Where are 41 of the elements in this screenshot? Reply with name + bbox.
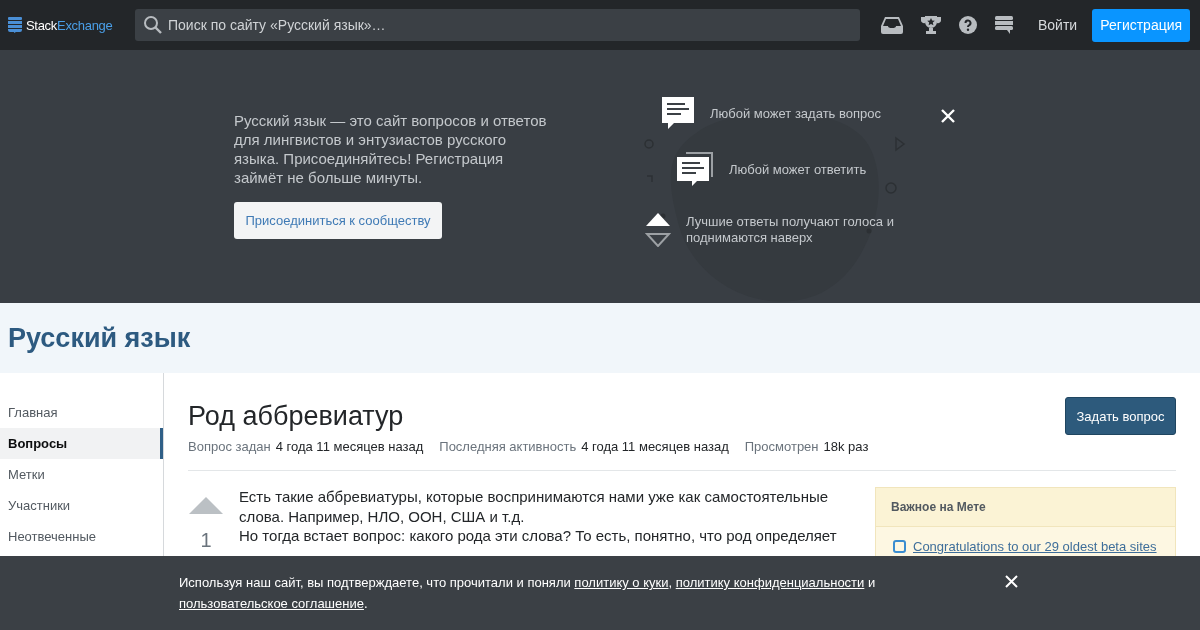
meta-label: Последняя активность <box>439 439 577 454</box>
ask-question-button[interactable]: Задать вопрос <box>1065 397 1176 435</box>
speech-bubble-icon <box>662 97 694 129</box>
meta-value: 4 года 11 месяцев назад <box>581 439 729 454</box>
question-title[interactable]: Род аббревиатур <box>188 401 404 432</box>
stack-icon <box>8 17 22 33</box>
checkbox-icon <box>893 540 906 553</box>
hero-text: Русский язык — это сайт вопросов и ответов для лингвистов и энтузиастов русского языка. Присоединяйтесь! Регистрация займёт не больше минуты. <box>234 111 548 187</box>
join-button[interactable]: Присоединиться к сообществу <box>234 202 442 239</box>
nav-item[interactable]: Вопросы <box>0 428 163 459</box>
policy-link[interactable]: пользовательское соглашение <box>179 596 364 611</box>
inbox-icon[interactable] <box>881 16 903 34</box>
meta-box-title: Важное на Мете <box>876 488 1175 527</box>
login-link[interactable]: Войти <box>1038 17 1078 33</box>
feature-text: Лучшие ответы получают голоса и поднимаются наверх <box>686 214 895 246</box>
nav-item[interactable]: Главная <box>0 397 163 428</box>
speech-bubbles-icon <box>677 152 713 186</box>
post-text: Но тогда встает вопрос: какого рода эти слова? То есть, понятно, что род определяет <box>239 526 838 546</box>
close-icon[interactable] <box>941 109 955 123</box>
close-icon[interactable] <box>1005 575 1018 588</box>
meta-value: 18k раз <box>823 439 869 454</box>
cookie-notice: Используя наш сайт, вы подтверждаете, что прочитали и поняли политику о куки, политику конфиденциальности и пользовательское соглашение. <box>179 574 877 613</box>
vote-count: 1 <box>200 529 212 552</box>
search-field[interactable]: Поиск по сайту «Русский язык»… <box>135 9 860 41</box>
meta-link[interactable]: Congratulations to our 29 oldest beta sites <box>913 539 1157 554</box>
logo[interactable]: StackExchange <box>8 17 135 33</box>
nav-item[interactable]: Метки <box>0 459 163 490</box>
nav-item[interactable]: Участники <box>0 490 163 521</box>
help-icon[interactable] <box>959 16 977 34</box>
vote-arrows-icon <box>645 213 671 247</box>
feature-text: Любой может ответить <box>729 161 867 177</box>
menu-icon[interactable] <box>995 16 1013 34</box>
feature-text: Любой может задать вопрос <box>710 105 881 121</box>
post-text: Есть такие аббревиатуры, которые воспринимаются нами уже как самостоятельные слова. Например, НЛО, ООН, США и т.д. <box>239 487 830 526</box>
meta-label: Вопрос задан <box>188 439 271 454</box>
site-title[interactable]: Русский язык <box>8 322 191 354</box>
policy-link[interactable]: политику конфиденциальности <box>675 575 865 590</box>
trophy-icon[interactable] <box>921 16 941 34</box>
nav-item[interactable]: Неотвеченные <box>0 521 163 552</box>
meta-label: Просмотрен <box>744 439 819 454</box>
meta-value: 4 года 11 месяцев назад <box>275 439 424 454</box>
